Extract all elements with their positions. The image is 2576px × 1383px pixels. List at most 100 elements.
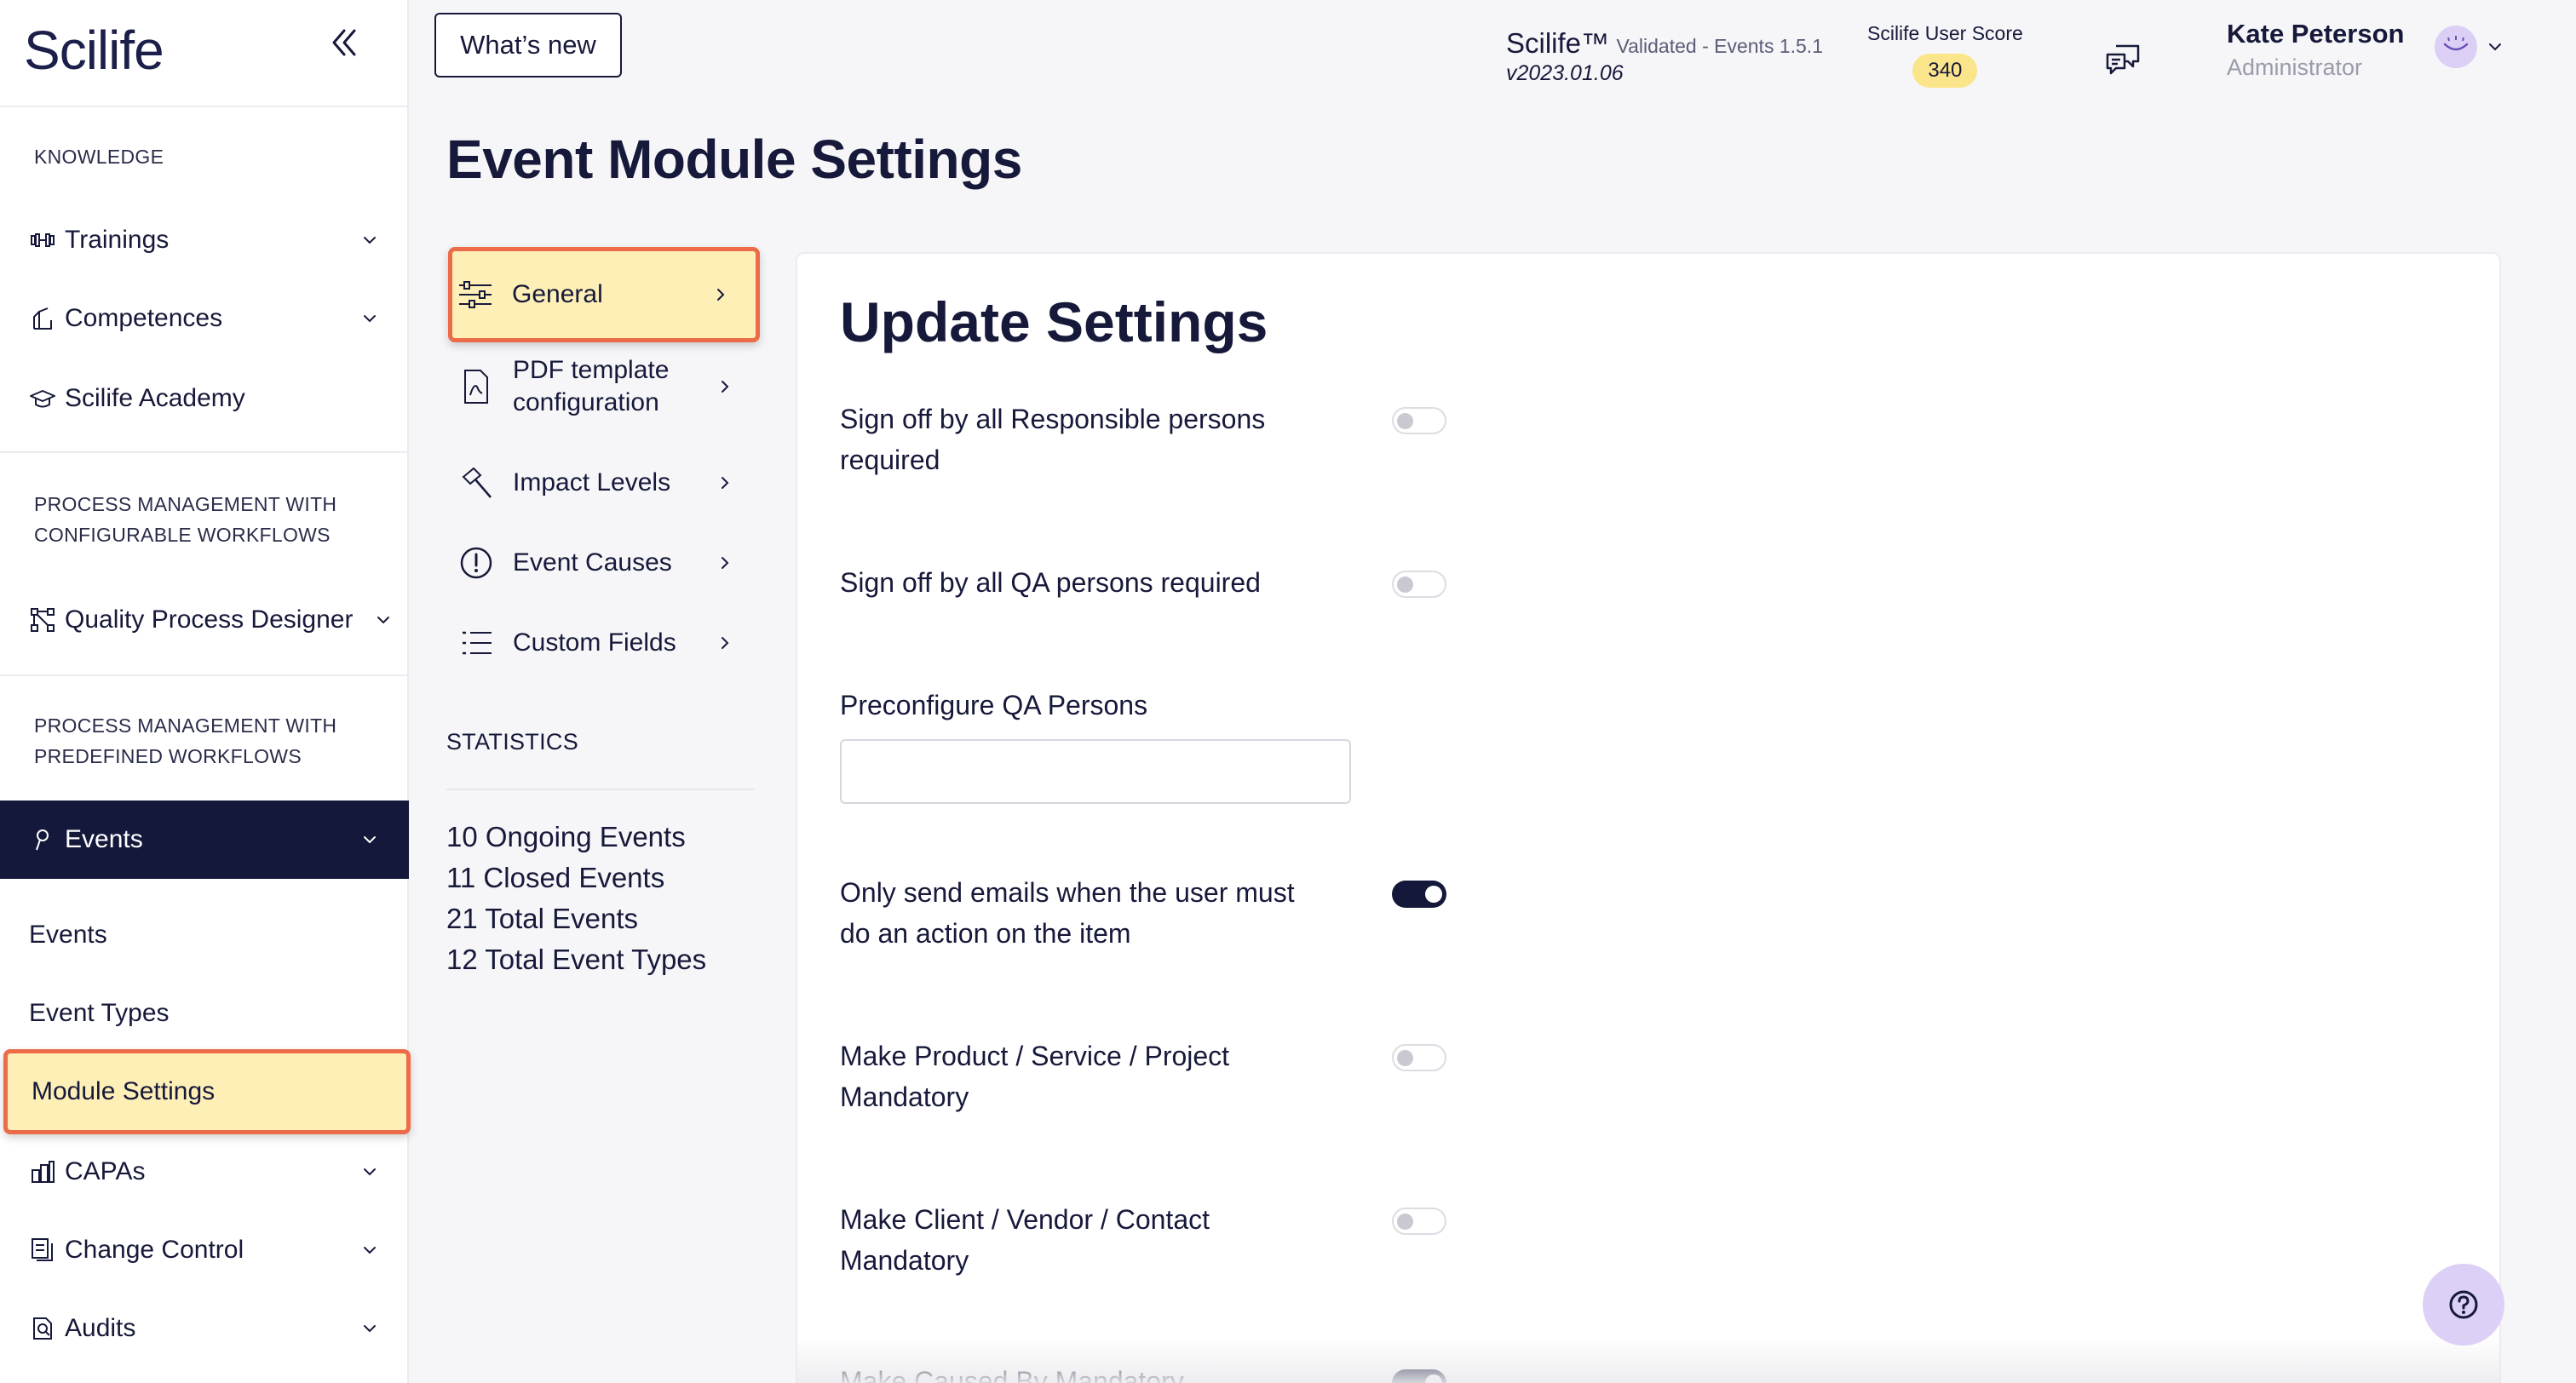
chevron-right-icon (714, 472, 736, 494)
document-stack-icon (27, 1235, 58, 1265)
eye-icon (2443, 36, 2469, 51)
setting-label-line: Mandatory (840, 1082, 969, 1112)
settings-nav-custom-fields[interactable]: Custom Fields (448, 601, 760, 685)
product-name: Scilife™ (1506, 27, 1610, 59)
sidebar-item-label: Events (65, 825, 143, 853)
toggle-knob (1397, 1214, 1413, 1230)
setting-label-responsible-signoff: Sign off by all Responsible persons requ… (840, 399, 1351, 480)
sidebar-item-capas[interactable]: CAPAs (0, 1133, 409, 1211)
setting-label-client-mandatory: Make Client / Vendor / Contact Mandatory (840, 1199, 1351, 1281)
section-heading-line: PREDEFINED WORKFLOWS (34, 745, 302, 767)
hammer-icon (457, 463, 496, 502)
statistics-divider (446, 789, 755, 790)
sidebar-item-change-control[interactable]: Change Control (0, 1211, 409, 1289)
settings-nav-label: PDF template configuration (513, 354, 714, 419)
settings-nav-label-line: PDF template (513, 356, 670, 384)
sidebar-subitem-label: Events (29, 921, 107, 949)
chevron-down-icon (358, 307, 382, 330)
stat-total-event-types: 12 Total Event Types (446, 944, 707, 975)
stat-closed-events: 11 Closed Events (446, 862, 665, 893)
setting-label-email-only-action: Only send emails when the user must do a… (840, 872, 1351, 954)
sidebar-item-label: CAPAs (65, 1157, 146, 1185)
sidebar-item-label: Trainings (65, 226, 170, 254)
list-icon (457, 623, 496, 663)
user-info[interactable]: Kate Peterson Administrator (2227, 19, 2404, 81)
setting-label-line: Mandatory (840, 1245, 969, 1276)
update-settings-title: Update Settings (840, 290, 1268, 353)
page-title: Event Module Settings (446, 129, 1022, 190)
sidebar-item-label: Change Control (65, 1236, 244, 1264)
feedback-chat-icon[interactable] (2104, 41, 2143, 78)
chevron-right-icon (714, 632, 736, 654)
sidebar-subitem-label: Event Types (29, 999, 170, 1027)
toggle-client-mandatory[interactable] (1392, 1208, 1446, 1235)
sidebar-item-label: Scilife Academy (65, 384, 245, 412)
version-info: Scilife™ Validated - Events 1.5.1 v2023.… (1506, 27, 1823, 86)
competence-icon (27, 303, 58, 334)
workflow-icon (27, 605, 58, 635)
pin-icon (27, 824, 58, 855)
sidebar-subitem-module-settings[interactable]: Module Settings (3, 1049, 411, 1134)
sidebar-divider (0, 106, 409, 107)
sidebar-subitem-label: Module Settings (32, 1077, 216, 1105)
sidebar-item-label: Competences (65, 304, 223, 332)
setting-label-line: required (840, 445, 940, 475)
setting-label-qa-signoff: Sign off by all QA persons required (840, 567, 1261, 598)
settings-nav-event-causes[interactable]: Event Causes (448, 521, 760, 605)
capa-icon (27, 1156, 58, 1187)
sidebar-divider (0, 674, 409, 676)
settings-nav-pdf-template[interactable]: PDF template configuration (448, 345, 760, 428)
chevron-down-icon (358, 1238, 382, 1262)
dumbbell-icon (27, 225, 58, 255)
chevron-down-icon[interactable] (2484, 36, 2506, 58)
toggle-caused-by-mandatory[interactable] (1392, 1369, 1446, 1383)
section-heading-predefined: PROCESS MANAGEMENT WITH PREDEFINED WORKF… (34, 710, 336, 772)
settings-nav-label: General (512, 280, 603, 308)
question-icon (2449, 1290, 2478, 1319)
collapse-sidebar-icon[interactable] (324, 22, 365, 63)
toggle-product-mandatory[interactable] (1392, 1044, 1446, 1071)
chevron-right-icon (714, 552, 736, 574)
sidebar-subitem-events[interactable]: Events (0, 896, 409, 974)
toggle-knob (1397, 413, 1413, 429)
stat-ongoing-events: 10 Ongoing Events (446, 821, 686, 852)
setting-label-line: Sign off by all Responsible persons (840, 404, 1266, 434)
section-heading-knowledge: KNOWLEDGE (34, 146, 164, 168)
help-button[interactable] (2423, 1264, 2504, 1346)
setting-label-line: Make Client / Vendor / Contact (840, 1204, 1210, 1235)
sidebar-item-scilife-academy[interactable]: Scilife Academy (0, 359, 409, 438)
toggle-knob (1397, 577, 1413, 593)
toggle-knob (1397, 1050, 1413, 1066)
sidebar-item-quality-process-designer[interactable]: Quality Process Designer (0, 581, 409, 659)
setting-label-line: Only send emails when the user must (840, 877, 1295, 908)
settings-nav-impact-levels[interactable]: Impact Levels (448, 441, 760, 525)
settings-nav-general[interactable]: General (448, 247, 760, 342)
sidebar-item-audits[interactable]: Audits (0, 1289, 409, 1368)
sidebar: Scilife KNOWLEDGE Trainings Competences … (0, 0, 411, 1383)
sidebar-item-competences[interactable]: Competences (0, 279, 409, 358)
user-name: Kate Peterson (2227, 19, 2405, 49)
setting-label-caused-by-mandatory: Make Caused By Mandatory (840, 1366, 1184, 1383)
settings-nav-label-line: configuration (513, 388, 659, 416)
chevron-down-icon (358, 228, 382, 252)
pdf-file-icon (457, 367, 496, 406)
version-number: v2023.01.06 (1506, 61, 1624, 85)
toggle-qa-signoff[interactable] (1392, 571, 1446, 598)
qa-persons-input[interactable] (840, 739, 1351, 804)
avatar[interactable] (2435, 26, 2477, 68)
settings-nav-label: Impact Levels (513, 468, 671, 496)
whats-new-button[interactable]: What’s new (434, 13, 622, 77)
sidebar-subitem-event-types[interactable]: Event Types (0, 974, 409, 1053)
graduation-cap-icon (27, 383, 58, 414)
exclamation-circle-icon (457, 543, 496, 582)
sidebar-item-trainings[interactable]: Trainings (0, 201, 409, 279)
toggle-responsible-signoff[interactable] (1392, 407, 1446, 434)
settings-nav-label: Event Causes (513, 548, 672, 577)
section-heading-configurable: PROCESS MANAGEMENT WITH CONFIGURABLE WOR… (34, 489, 336, 550)
user-role: Administrator (2227, 55, 2363, 80)
toggle-email-only-action[interactable] (1392, 881, 1446, 908)
chevron-down-icon (371, 608, 395, 632)
sidebar-item-events[interactable]: Events (0, 801, 409, 879)
user-score: Scilife User Score 340 (1867, 22, 2023, 88)
user-score-badge: 340 (1912, 54, 1978, 88)
